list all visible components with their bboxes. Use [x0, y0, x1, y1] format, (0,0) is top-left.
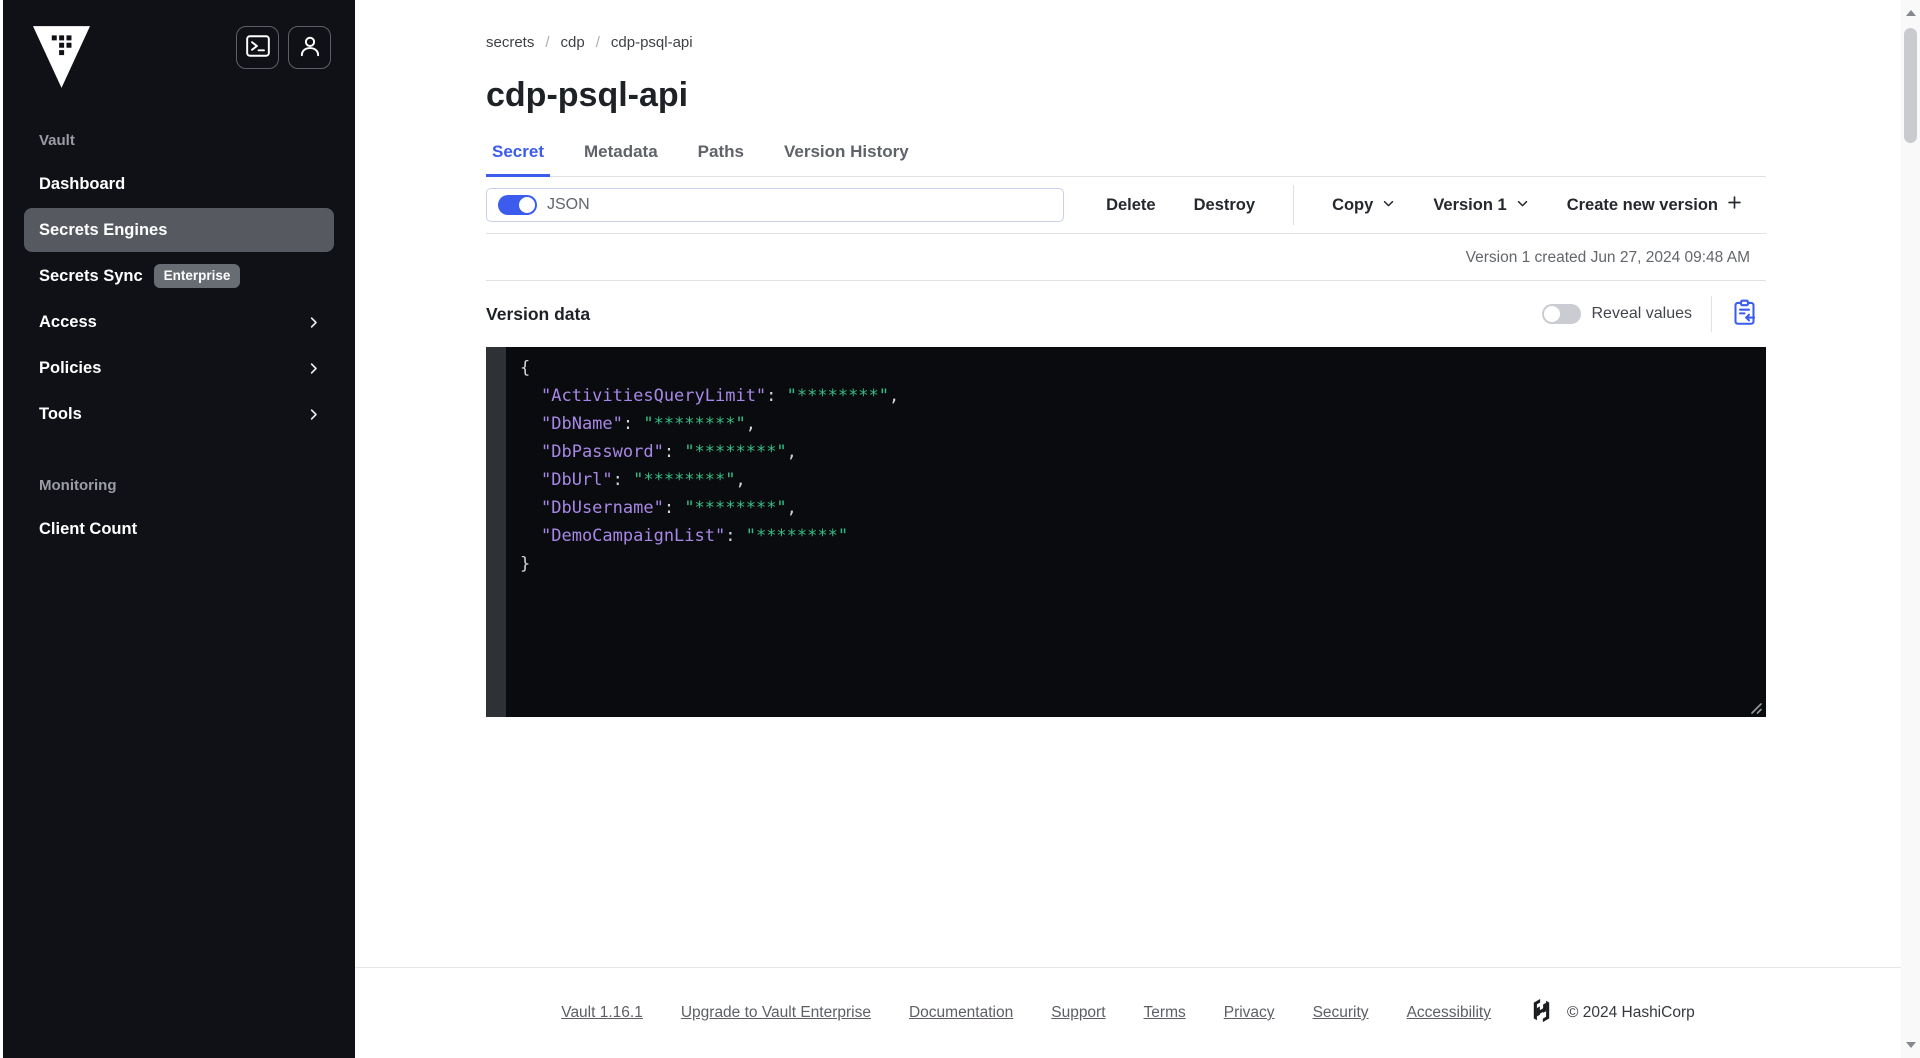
- sidebar-item-dashboard[interactable]: Dashboard: [3, 161, 355, 207]
- secret-entry: "ActivitiesQueryLimit": "********",: [541, 386, 900, 406]
- secret-entry: "DemoCampaignList": "********": [541, 526, 849, 546]
- footer-link-upgrade[interactable]: Upgrade to Vault Enterprise: [681, 1004, 871, 1022]
- secret-entry: "DbUsername": "********",: [541, 498, 797, 518]
- main-content: secrets / cdp / cdp-psql-api cdp-psql-ap…: [355, 0, 1901, 1058]
- sidebar-item-access[interactable]: Access: [3, 299, 355, 345]
- tab-secret[interactable]: Secret: [486, 142, 550, 177]
- json-toggle[interactable]: [498, 195, 537, 215]
- breadcrumb-current: cdp-psql-api: [610, 34, 693, 51]
- sidebar-header: [3, 0, 355, 88]
- breadcrumb-secrets[interactable]: secrets: [486, 34, 534, 51]
- tab-bar: Secret Metadata Paths Version History: [486, 142, 1766, 177]
- footer-link-security[interactable]: Security: [1313, 1004, 1369, 1022]
- chevron-right-icon: [306, 361, 321, 376]
- sidebar-item-policies[interactable]: Policies: [3, 345, 355, 391]
- secret-entry: "DbName": "********",: [541, 414, 756, 434]
- user-icon: [297, 33, 323, 62]
- footer-link-vault-version[interactable]: Vault 1.16.1: [561, 1004, 643, 1022]
- secret-entry: "DbPassword": "********",: [541, 442, 797, 462]
- delete-button[interactable]: Delete: [1106, 196, 1156, 215]
- json-toggle-box: JSON: [486, 188, 1064, 222]
- scrollbar-thumb[interactable]: [1904, 28, 1917, 143]
- sidebar: Vault Dashboard Secrets Engines Secrets …: [0, 0, 355, 1058]
- chevron-down-icon: [1516, 196, 1529, 215]
- console-button[interactable]: [236, 26, 279, 69]
- page-title: cdp-psql-api: [486, 76, 689, 114]
- secret-json-editor: { "ActivitiesQueryLimit": "********", "D…: [486, 347, 1766, 717]
- footer-link-accessibility[interactable]: Accessibility: [1407, 1004, 1491, 1022]
- json-toggle-label: JSON: [547, 196, 590, 213]
- secret-toolbar: JSON Delete Destroy Copy Version 1 Creat…: [486, 177, 1766, 234]
- copy-dropdown-button[interactable]: Copy: [1332, 196, 1395, 215]
- user-menu-button[interactable]: [288, 26, 331, 69]
- chevron-right-icon: [306, 315, 321, 330]
- reveal-values-label: Reveal values: [1591, 305, 1693, 322]
- version-created-text: Version 1 created Jun 27, 2024 09:48 AM: [486, 234, 1766, 281]
- sidebar-item-secrets-sync[interactable]: Secrets Sync Enterprise: [3, 253, 355, 299]
- create-new-version-button[interactable]: Create new version: [1567, 195, 1742, 215]
- tab-version-history[interactable]: Version History: [778, 142, 915, 177]
- footer-link-support[interactable]: Support: [1051, 1004, 1105, 1022]
- sidebar-section-vault: Vault: [39, 132, 75, 149]
- chevron-down-icon: [1382, 196, 1395, 215]
- destroy-button[interactable]: Destroy: [1194, 196, 1255, 215]
- version-data-title: Version data: [486, 303, 591, 324]
- footer-link-terms[interactable]: Terms: [1144, 1004, 1186, 1022]
- enterprise-badge: Enterprise: [153, 264, 241, 288]
- plus-icon: [1727, 195, 1742, 215]
- footer-link-documentation[interactable]: Documentation: [909, 1004, 1013, 1022]
- copy-secret-button[interactable]: [1731, 299, 1758, 329]
- chevron-right-icon: [306, 407, 321, 422]
- breadcrumb: secrets / cdp / cdp-psql-api: [486, 34, 693, 51]
- resize-handle[interactable]: [1749, 701, 1763, 715]
- sidebar-section-monitoring: Monitoring: [39, 477, 117, 494]
- toolbar-divider: [1293, 185, 1295, 225]
- sidebar-item-secrets-engines[interactable]: Secrets Engines: [24, 208, 334, 252]
- footer-link-privacy[interactable]: Privacy: [1224, 1004, 1275, 1022]
- editor-gutter: [486, 347, 506, 717]
- clipboard-copy-icon: [1731, 299, 1758, 329]
- vault-logo-icon[interactable]: [33, 26, 90, 88]
- secret-json-content: { "ActivitiesQueryLimit": "********", "D…: [520, 358, 900, 574]
- hashicorp-logo-icon: [1529, 998, 1554, 1028]
- footer: Vault 1.16.1 Upgrade to Vault Enterprise…: [355, 967, 1901, 1058]
- version-data-header: Version data Reveal values: [486, 281, 1766, 347]
- scroll-up-icon[interactable]: [1901, 4, 1920, 22]
- header-divider: [1711, 296, 1712, 332]
- sidebar-item-tools[interactable]: Tools: [3, 391, 355, 437]
- breadcrumb-cdp[interactable]: cdp: [561, 34, 585, 51]
- terminal-icon: [245, 33, 271, 62]
- tab-metadata[interactable]: Metadata: [578, 142, 664, 177]
- scroll-down-icon[interactable]: [1901, 1036, 1920, 1054]
- page-scrollbar[interactable]: [1901, 0, 1920, 1058]
- reveal-values-toggle[interactable]: [1541, 304, 1581, 324]
- tab-paths[interactable]: Paths: [692, 142, 750, 177]
- sidebar-item-client-count[interactable]: Client Count: [3, 506, 355, 552]
- copyright-text: © 2024 HashiCorp: [1566, 1004, 1695, 1021]
- secret-entry: "DbUrl": "********",: [541, 470, 746, 490]
- version-dropdown-button[interactable]: Version 1: [1433, 196, 1528, 215]
